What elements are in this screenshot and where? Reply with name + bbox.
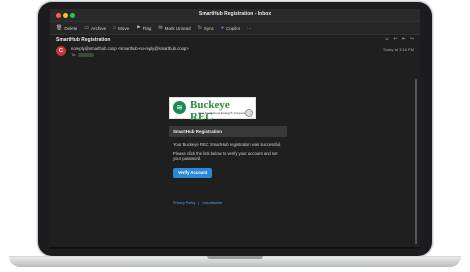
reply-all-icon[interactable]: ↞ [402, 36, 406, 42]
flag-icon: ⚑ [136, 25, 141, 31]
archive-label: Archive [91, 25, 107, 31]
avatar: C [56, 46, 66, 56]
more-button[interactable]: ··· [247, 26, 252, 31]
archive-button[interactable]: ▭ Archive [84, 25, 106, 31]
touchstone-seal-icon [245, 109, 253, 117]
footer-separator: | [198, 201, 200, 205]
trash-icon: 🗑 [56, 25, 63, 31]
reply-icon[interactable]: ↩ [393, 36, 397, 42]
email-body: ≋ Buckeye REC Your Touchstone Energy® Co… [50, 70, 412, 247]
message-subject: SmartHub Registration [56, 36, 111, 43]
success-message: Your Buckeye REC SmartHub registration w… [173, 142, 282, 147]
delete-label: Delete [64, 25, 78, 31]
more-icon: ··· [246, 25, 252, 31]
privacy-policy-link[interactable]: Privacy Policy [173, 201, 195, 205]
copilot-button[interactable]: ● Copilot [221, 25, 240, 31]
logo-tagline: Your Touchstone Energy® Cooperative [198, 111, 250, 115]
toolbar: 🗑 Delete ▭ Archive ⌂ Move ⚑ Flag ✉ Mark … [50, 22, 420, 35]
title-bar: SmartHub Registration - Inbox [50, 9, 420, 22]
message-date: Today at 3:16 PM [382, 47, 414, 52]
unsubscribe-link[interactable]: Unsubscribe [202, 201, 222, 205]
to-label: To: [71, 52, 77, 57]
flag-label: Flag [142, 25, 152, 31]
sender-address[interactable]: noreply@smarthub.coop <smarthub-no-reply… [71, 46, 189, 51]
recipient-line: To: [71, 52, 95, 57]
window-title: SmartHub Registration - Inbox [198, 11, 272, 17]
registration-header: SmartHub Registration [169, 126, 287, 137]
archive-icon: ▭ [84, 25, 90, 31]
sync-label: Sync [203, 25, 214, 31]
instruction-message: Please click the link below to verify yo… [173, 151, 278, 161]
flag-button[interactable]: ⚑ Flag [136, 25, 151, 31]
footer-links: Privacy Policy | Unsubscribe [169, 201, 287, 205]
recipient-chip[interactable] [78, 52, 95, 57]
copilot-icon: ● [220, 25, 224, 31]
sync-button[interactable]: ↻ Sync [198, 25, 214, 31]
verify-account-button[interactable]: Verify Account [173, 167, 213, 178]
smile-icon[interactable]: ☺ [384, 36, 389, 42]
move-button[interactable]: ⌂ Move [113, 25, 129, 31]
mark-unread-label: Mark Unread [164, 25, 191, 31]
envelope-icon: ✉ [158, 25, 163, 31]
move-label: Move [118, 25, 130, 31]
buckeye-rec-logo: ≋ Buckeye REC Your Touchstone Energy® Co… [169, 97, 256, 123]
wave-icon: ≋ [173, 101, 186, 114]
folder-move-icon: ⌂ [113, 25, 117, 31]
mail-window: SmartHub Registration - Inbox 🗑 Delete ▭… [50, 9, 420, 247]
scrollbar[interactable] [415, 79, 417, 244]
delete-button[interactable]: 🗑 Delete [56, 25, 77, 31]
subject-row: SmartHub Registration ☺ ↩ ↞ ↪ [50, 35, 420, 44]
sync-icon: ↻ [197, 25, 202, 31]
forward-icon[interactable]: ↪ [410, 36, 414, 42]
mark-unread-button[interactable]: ✉ Mark Unread [158, 25, 190, 31]
message-actions: ☺ ↩ ↞ ↪ [384, 36, 414, 42]
sender-row: C noreply@smarthub.coop <smarthub-no-rep… [50, 44, 420, 62]
copilot-label: Copilot [225, 25, 240, 31]
email-card: ≋ Buckeye REC Your Touchstone Energy® Co… [169, 97, 287, 205]
screen-bezel [50, 247, 420, 249]
laptop-notch [207, 256, 263, 259]
